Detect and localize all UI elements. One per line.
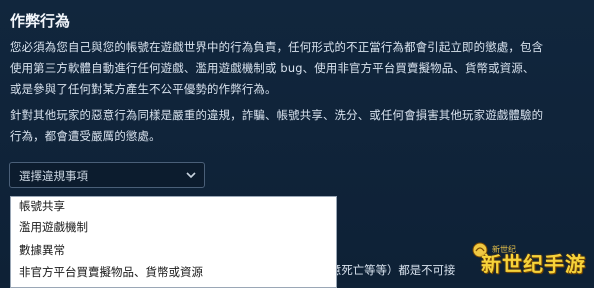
dropdown-option[interactable]: 數據異常 (11, 240, 336, 261)
watermark-text: 新世纪手游 (481, 252, 586, 276)
cheating-description: 您必須為您自己與您的帳號在遊戲世界中的行為負責，任何形式的不正當行為都會引起立即… (10, 37, 543, 100)
chevron-down-icon (186, 172, 196, 179)
violation-dropdown-list: 帳號共享 濫用遊戲機制 數據異常 非官方平台買賣擬物品、貨幣或資源 (10, 196, 337, 288)
paragraph-line: 行為，都會遭受嚴厲的懲處。 (10, 129, 161, 143)
section-title: 作弊行為 (10, 12, 71, 30)
violation-select[interactable]: 選擇違規事項 (9, 162, 205, 188)
paragraph-line: 您必須為您自己與您的帳號在遊戲世界中的行為負責，任何形式的不正當行為都會引起立即… (10, 40, 544, 54)
dropdown-option[interactable]: 帳號共享 (11, 196, 336, 217)
paragraph-line: 或是參與了任何對某方產生不公平優勢的作弊行為。 (10, 82, 277, 96)
dropdown-option[interactable]: 濫用遊戲機制 (11, 217, 336, 238)
violation-select-placeholder: 選擇違規事項 (19, 169, 88, 183)
paragraph-line: 針對其他玩家的惡意行為同樣是嚴重的違規，詐騙、帳號共享、洗分、或任何會損害其他玩… (10, 108, 544, 122)
malicious-behavior-description: 針對其他玩家的惡意行為同樣是嚴重的違規，詐騙、帳號共享、洗分、或任何會損害其他玩… (10, 105, 543, 147)
paragraph-line: 使用第三方軟體自動進行任何遊戲、濫用遊戲機制或 bug、使用非官方平台買賣擬物品… (10, 61, 535, 75)
obscured-text: 意死亡等等）都是不可接 (330, 263, 456, 277)
content-panel: 作弊行為 您必須為您自己與您的帳號在遊戲世界中的行為負責，任何形式的不正當行為都… (0, 0, 594, 288)
dropdown-option[interactable]: 非官方平台買賣擬物品、貨幣或資源 (11, 262, 336, 283)
